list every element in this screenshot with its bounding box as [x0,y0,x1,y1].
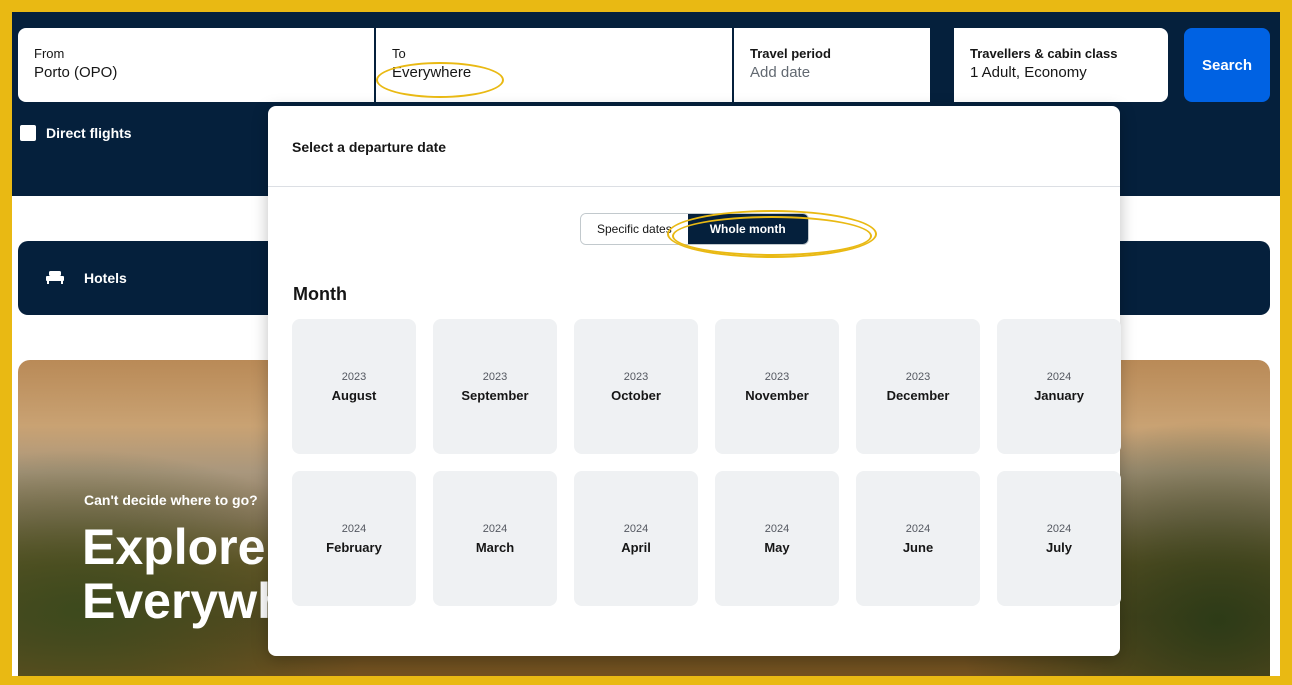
month-year: 2024 [623,522,649,535]
month-year: 2024 [905,522,931,535]
travel-period-label: Travel period [750,46,831,61]
hero-subtitle: Can't decide where to go? [84,492,258,508]
date-mode-toggle: Specific dates Whole month [580,213,809,245]
month-year: 2023 [341,370,367,383]
month-cell[interactable]: 2024 February [292,471,416,606]
month-name: March [475,539,515,555]
month-name: April [621,539,651,555]
month-cell[interactable]: 2023 December [856,319,980,454]
travel-period-placeholder: Add date [750,64,811,81]
month-year: 2024 [1046,522,1072,535]
from-label: From [34,46,65,61]
month-name: November [745,387,809,403]
month-name: July [1045,539,1072,555]
month-year: 2024 [764,522,790,535]
month-year: 2023 [905,370,931,383]
month-name: May [764,539,790,555]
month-grid: 2023 August 2023 September 2023 October 202… [292,319,1121,606]
month-year: 2024 [341,522,367,535]
direct-flights-checkbox[interactable] [20,125,36,141]
month-year: 2023 [482,370,508,383]
travel-period-field[interactable]: Travel period Add date [734,28,930,102]
month-cell[interactable]: 2023 September [433,319,557,454]
month-year: 2024 [1046,370,1072,383]
direct-flights-label: Direct flights [46,125,132,141]
screenshot-frame: From Porto (OPO) To Everywhere Travel pe… [12,12,1280,676]
month-year: 2023 [623,370,649,383]
month-name: October [611,387,661,403]
month-cell[interactable]: 2024 July [997,471,1121,606]
month-name: September [461,387,529,403]
month-cell[interactable]: 2023 November [715,319,839,454]
month-cell[interactable]: 2023 October [574,319,698,454]
month-cell[interactable]: 2024 May [715,471,839,606]
from-field[interactable]: From Porto (OPO) [18,28,374,102]
travellers-label: Travellers & cabin class [970,46,1118,61]
month-name: December [886,387,950,403]
date-picker-title: Select a departure date [268,106,1120,187]
month-cell[interactable]: 2024 June [856,471,980,606]
to-field[interactable]: To Everywhere [376,28,732,102]
specific-dates-option[interactable]: Specific dates [581,214,688,244]
whole-month-option[interactable]: Whole month [687,214,808,244]
departure-date-picker: Select a departure date Specific dates W… [268,106,1121,656]
month-name: August [331,387,377,403]
hotels-label: Hotels [84,270,127,286]
bed-icon [46,270,64,287]
to-value: Everywhere [392,64,472,81]
month-cell[interactable]: 2024 April [574,471,698,606]
month-year: 2024 [482,522,508,535]
month-cell[interactable]: 2024 January [997,319,1121,454]
search-button[interactable]: Search [1184,28,1270,102]
month-cell[interactable]: 2023 August [292,319,416,454]
to-label: To [392,46,406,61]
from-value: Porto (OPO) [34,64,118,81]
travellers-field[interactable]: Travellers & cabin class 1 Adult, Econom… [954,28,1168,102]
month-cell[interactable]: 2024 March [433,471,557,606]
month-name: January [1034,387,1084,403]
travellers-value: 1 Adult, Economy [970,64,1087,81]
month-heading: Month [293,284,347,304]
month-name: June [902,539,934,555]
month-year: 2023 [764,370,790,383]
direct-flights-option[interactable]: Direct flights [20,125,132,141]
month-name: February [326,539,382,555]
